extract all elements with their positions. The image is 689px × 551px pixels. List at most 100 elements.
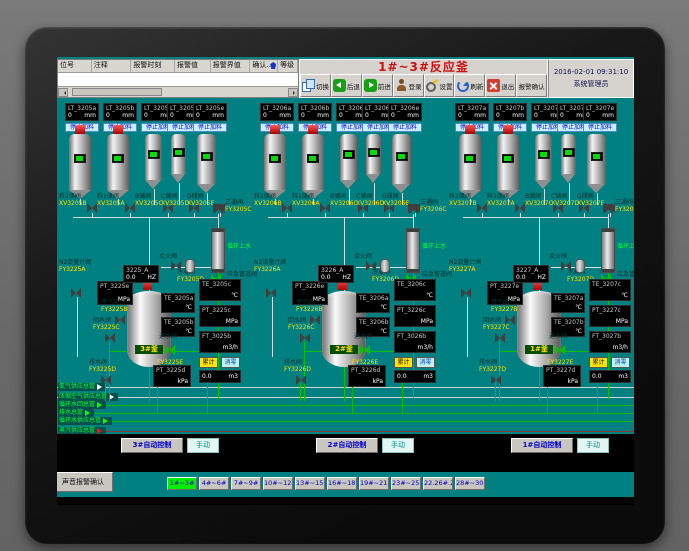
feeder-level-display	[269, 154, 281, 163]
feeder-valve-icon[interactable]	[515, 203, 525, 213]
level-bar	[150, 152, 157, 157]
n2-flow-valve-icon[interactable]	[461, 288, 471, 298]
value-row: ℃	[554, 304, 582, 311]
knockout-pot	[380, 259, 390, 273]
value-row: 0mm	[496, 112, 524, 119]
pipe-line	[413, 214, 414, 228]
feeder-valve-label: C储阀XV3207D	[551, 193, 579, 207]
inlet-water-valve-icon[interactable]	[555, 345, 565, 355]
unit-text: mm	[317, 112, 329, 119]
return-water-valve-icon[interactable]	[495, 333, 505, 343]
page-button-3[interactable]: 7#~9#	[231, 477, 261, 490]
feeder-cone	[535, 180, 551, 189]
level-bar	[309, 156, 316, 161]
reactor-name-chip: 2#釜	[330, 345, 358, 354]
feeder-valve-icon[interactable]	[282, 203, 292, 213]
totalize-button[interactable]: 累计	[394, 357, 413, 368]
feeder-level-readout: LT_3206b0mm	[298, 103, 332, 121]
sound-alarm-ack-button[interactable]: 声音报警确认	[57, 472, 113, 492]
ignition-valve-icon[interactable]	[366, 261, 376, 271]
page-button-8[interactable]: 23#~25#	[391, 477, 421, 490]
unit-text: mm	[122, 112, 134, 119]
temp-a-readout: TE_3207a℃	[551, 293, 585, 313]
page-button-9[interactable]: 22.26#.27#	[423, 477, 453, 490]
tag-text: LT_3206a	[261, 104, 293, 112]
auto-control-button[interactable]: 2#自动控制	[316, 438, 378, 453]
manual-mode-button[interactable]: 手动	[187, 438, 219, 453]
totalize-button[interactable]: 累计	[589, 357, 608, 368]
feeder-level-display	[201, 152, 213, 161]
return-water-valve-icon[interactable]	[105, 333, 115, 343]
valve-label-text: C储阀	[161, 193, 189, 200]
valve-tag-text: FY3227A	[449, 266, 481, 273]
inlet-water-valve-icon[interactable]	[165, 345, 175, 355]
feeder-valve-icon[interactable]	[477, 203, 487, 213]
value-row: ℃	[202, 292, 238, 299]
totalize-button[interactable]: 累计	[199, 357, 218, 368]
ignition-valve-icon[interactable]	[171, 261, 181, 271]
feeder-level-readout: LT_3205b0mm	[103, 103, 137, 121]
level-bar	[504, 156, 511, 161]
zero-reset-button[interactable]: 消零	[221, 357, 240, 368]
pipe-line	[344, 367, 345, 401]
page-button-2[interactable]: 4#~6#	[199, 477, 229, 490]
valve-tag-text: FY3227C	[483, 324, 510, 331]
valve-tag-text: FY3227D	[479, 366, 506, 373]
manual-mode-button[interactable]: 手动	[577, 438, 609, 453]
temp-a-readout: TE_3206a℃	[356, 293, 390, 313]
valve-label-text: N2流量计阀	[59, 259, 91, 266]
feeder-valve-icon[interactable]	[87, 203, 97, 213]
stop-feed-button[interactable]: 停止加料	[388, 123, 422, 132]
drain-valve-icon[interactable]	[491, 375, 501, 385]
feeder-valve-icon[interactable]	[320, 203, 330, 213]
pressure-c-readout: PT_3227cMPa	[589, 305, 631, 327]
tag-text: LT_3205b	[104, 104, 136, 112]
page-button-10[interactable]: 28#~30#	[455, 477, 485, 490]
reactor-section-1: LT_3207a0mm停止加料料2储阀XV3207BLT_3207b0mm停止加…	[455, 101, 634, 461]
page-button-4[interactable]: 10#~12#	[263, 477, 293, 490]
feeder-pipe	[482, 213, 483, 217]
level-bar	[466, 156, 473, 161]
n2-flow-valve-icon[interactable]	[71, 288, 81, 298]
return-water-valve-icon[interactable]	[300, 333, 310, 343]
auto-control-button[interactable]: 3#自动控制	[121, 438, 183, 453]
valve-label-text: B储阀	[525, 193, 553, 200]
unit-text: ℃	[185, 304, 192, 311]
three-way-valve-icon[interactable]	[213, 204, 223, 214]
drain-valve-icon[interactable]	[101, 375, 111, 385]
zero-reset-button[interactable]: 消零	[416, 357, 435, 368]
page-button-5[interactable]: 13#~15#	[295, 477, 325, 490]
three-way-valve-icon[interactable]	[603, 204, 613, 214]
ignition-valve-icon[interactable]	[561, 261, 571, 271]
tag-text: TE_3205c	[200, 280, 240, 288]
level-bar	[370, 150, 377, 155]
page-button-6[interactable]: 16#~18#	[327, 477, 357, 490]
stop-feed-button[interactable]: 停止加料	[583, 123, 617, 132]
stop-feed-button[interactable]: 停止加料	[193, 123, 227, 132]
n2-flow-valve-icon[interactable]	[266, 288, 276, 298]
valve-label-text: B储阀	[330, 193, 358, 200]
valve-label-text: 三通阀	[420, 199, 447, 206]
pipe-line	[149, 367, 150, 401]
value-text: 0	[586, 112, 590, 119]
feeder-valve-icon[interactable]	[125, 203, 135, 213]
valve-label-text: 料1储阀	[97, 193, 125, 200]
feeder-pipe	[130, 213, 131, 217]
auto-control-button[interactable]: 1#自动控制	[511, 438, 573, 453]
three-way-valve-label: 三通阀FY3207C	[615, 199, 634, 213]
three-way-valve-icon[interactable]	[408, 204, 418, 214]
zero-reset-button[interactable]: 消零	[611, 357, 630, 368]
drain-valve-icon[interactable]	[296, 375, 306, 385]
valve-label-text: 回水阀	[93, 317, 120, 324]
valve-tag-text: XV3205A	[97, 200, 125, 207]
vent-valve-label: 停空阀FY3227B	[491, 299, 518, 313]
valve-tag-text: FY3226B	[296, 306, 323, 313]
page-button-7[interactable]: 19#~21#	[359, 477, 389, 490]
manual-mode-button[interactable]: 手动	[382, 438, 414, 453]
value-text: 0	[144, 112, 148, 119]
temp-c-readout: TE_3207c℃	[589, 279, 631, 301]
page-button-1[interactable]: 1#~3#	[167, 477, 197, 490]
value-row: 0mm	[106, 112, 134, 119]
inlet-water-valve-icon[interactable]	[360, 345, 370, 355]
valve-tag-text: FY3225C	[93, 324, 120, 331]
